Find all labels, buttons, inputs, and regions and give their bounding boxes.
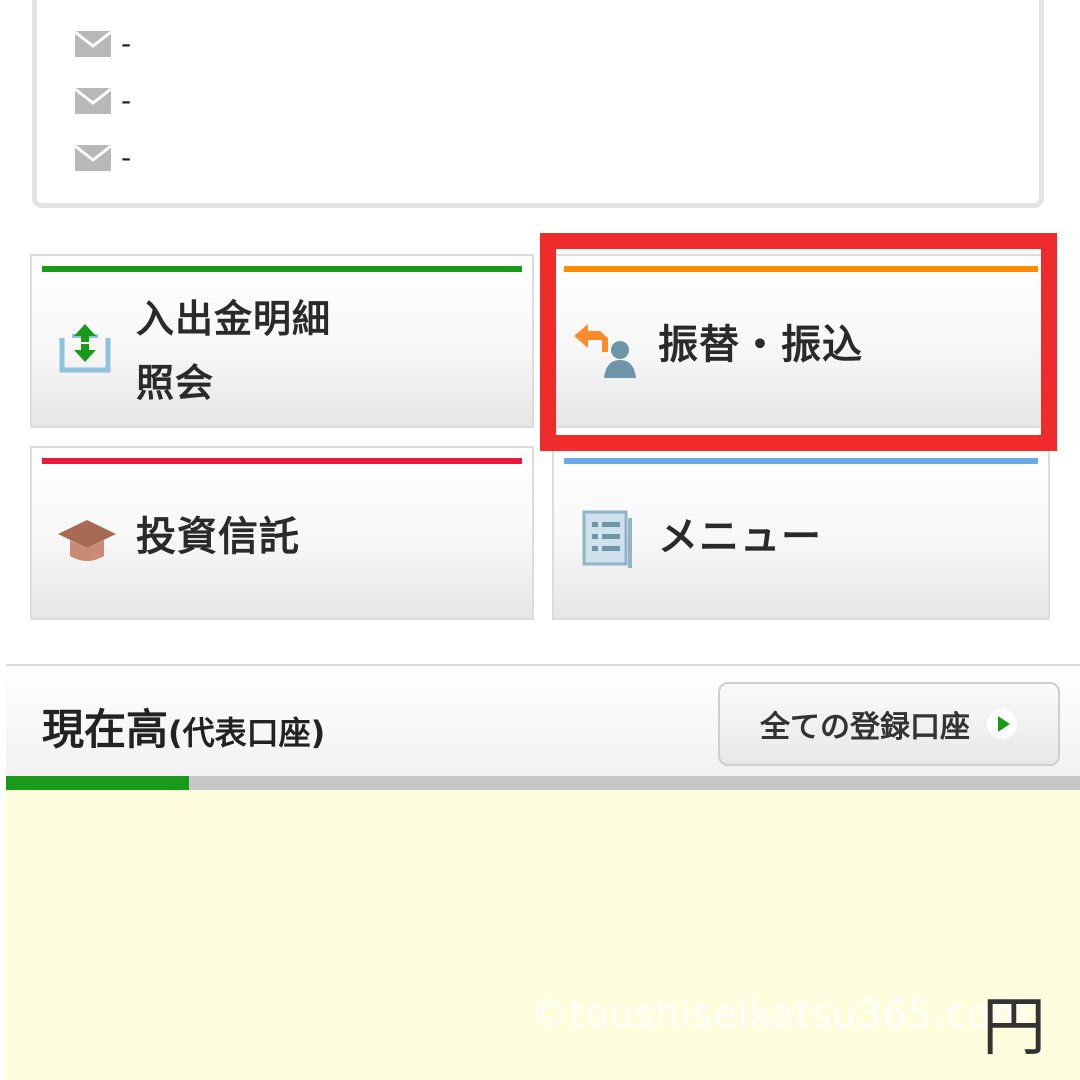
balance-progress-track [6,776,1080,790]
mail-icon [75,144,111,171]
balance-title-main: 現在高 [42,705,169,754]
menu-tile[interactable]: メニュー [552,446,1050,620]
notice-row[interactable]: - [75,141,131,174]
investment-trust-label: 投資信託 [136,514,300,560]
notice-row[interactable]: - [75,84,131,117]
tile-accent-bar [42,266,522,272]
transfer-person-icon [574,324,636,378]
play-arrow-icon [987,709,1017,739]
mail-icon [75,30,111,57]
all-accounts-button-label: 全ての登録口座 [760,710,970,745]
balance-header: 現在高(代表口座) 全ての登録口座 [6,664,1080,778]
deposit-history-label-line2: 照会 [136,361,215,405]
menu-list-icon [582,510,632,568]
notice-row-text: - [121,84,132,117]
balance-progress-fill [6,776,189,790]
notice-row-text: - [121,27,132,60]
balance-title: 現在高(代表口座) [42,696,325,757]
currency-label: 円 [982,991,1046,1065]
mortarboard-icon [58,520,116,561]
investment-trust-tile[interactable]: 投資信託 [30,446,534,620]
mail-icon [75,87,111,114]
balance-panel: ©toushiseikatsu365.com 円 [6,790,1080,1080]
transfer-tile[interactable]: 振替・振込 [552,254,1050,428]
watermark-text: ©toushiseikatsu365.com [530,992,1030,1036]
all-accounts-button[interactable]: 全ての登録口座 [718,682,1060,766]
notice-row-text: - [121,141,132,174]
deposit-history-tile[interactable]: 入出金明細 照会 [30,254,534,428]
tile-accent-bar [42,458,522,464]
deposit-history-label-line1: 入出金明細 [136,297,332,341]
balance-title-sub: (代表口座) [168,714,326,752]
tile-accent-bar [564,266,1038,272]
menu-label: メニュー [658,514,822,560]
transfer-label: 振替・振込 [658,322,863,368]
tile-accent-bar [564,458,1038,464]
deposit-withdrawal-icon [59,324,111,373]
notice-row[interactable]: - [75,27,131,60]
notice-box: - - - [32,0,1044,208]
